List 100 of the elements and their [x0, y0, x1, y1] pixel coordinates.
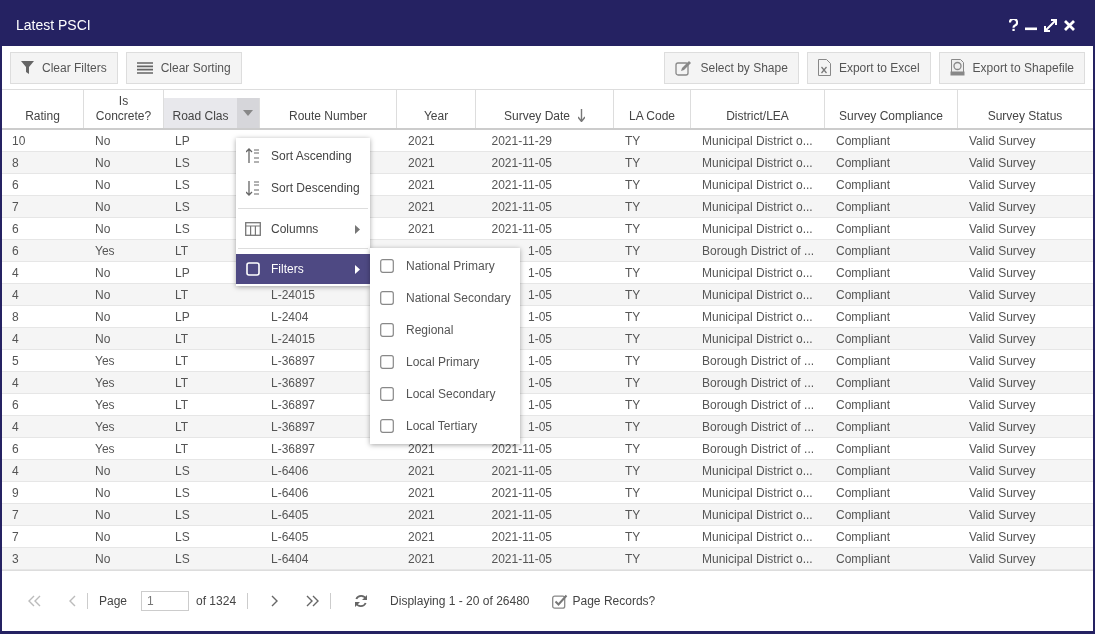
table-cell-text: L-6406 — [271, 484, 309, 502]
next-page-icon[interactable] — [271, 595, 279, 607]
checkbox[interactable] — [551, 593, 568, 609]
table-cell-text: Municipal District o... — [702, 154, 813, 172]
table-cell-text: LS — [175, 528, 190, 546]
table-cell-text: Valid Survey — [969, 550, 1036, 568]
menu-item[interactable]: Sort Ascending — [236, 140, 370, 172]
column-header[interactable]: Route Number — [260, 90, 397, 128]
table-cell-text: TY — [625, 528, 641, 546]
column-header[interactable]: LA Code — [614, 90, 691, 128]
table-cell-text: 2021 — [408, 506, 435, 524]
table-cell-text: No — [95, 550, 111, 568]
table-cell-text: 2021 — [408, 198, 435, 216]
table-cell-text: Municipal District o... — [702, 506, 813, 524]
table-cell-text: No — [95, 220, 111, 238]
toolbar-button[interactable]: Clear Filters — [10, 51, 118, 84]
filter-option[interactable]: Local Secondary — [370, 378, 520, 410]
table-cell-text: Municipal District o... — [702, 550, 813, 568]
table-cell-text: L-24015 — [271, 286, 316, 304]
checkbox-icon — [245, 262, 261, 276]
table-cell-text: 1-05 — [527, 418, 552, 436]
table-cell-text: Valid Survey — [969, 418, 1036, 436]
toolbar-button[interactable]: Clear Sorting — [125, 51, 242, 84]
filter-option[interactable]: Regional — [370, 314, 520, 346]
globe-file-icon[interactable] — [949, 59, 965, 76]
checkbox[interactable] — [380, 355, 394, 369]
maximize-icon[interactable] — [1044, 18, 1057, 32]
table-cell-text: 1-05 — [527, 264, 552, 282]
table-cell-text: Valid Survey — [969, 330, 1036, 348]
table-cell-text: Municipal District o... — [702, 220, 813, 238]
table-cell-text: 2021 — [408, 550, 435, 568]
table-cell-text: 1-05 — [527, 352, 552, 370]
column-header[interactable]: Rating — [2, 90, 84, 128]
table-cell-text: 2021 — [408, 220, 435, 238]
filter-icon[interactable] — [21, 61, 34, 74]
displaying-info: Displaying 1 - 20 of 26480 — [390, 593, 530, 610]
table-cell-text: No — [95, 330, 111, 348]
checkbox[interactable] — [380, 323, 394, 337]
checkbox[interactable] — [380, 259, 394, 273]
table-cell-text: No — [95, 484, 111, 502]
column-header[interactable]: District/LEA — [691, 90, 825, 128]
table-cell-text: Municipal District o... — [702, 264, 813, 282]
filter-option[interactable]: National Secondary — [370, 282, 520, 314]
refresh-icon[interactable] — [354, 594, 369, 608]
table-cell-text: Compliant — [836, 308, 891, 326]
checkbox[interactable] — [380, 291, 394, 305]
column-header[interactable]: Survey Compliance — [825, 90, 958, 128]
table-cell-text: Compliant — [836, 132, 891, 150]
table-cell-text: 2021-11-05 — [491, 198, 552, 216]
filter-option[interactable]: Local Primary — [370, 346, 520, 378]
menu-item[interactable]: Sort Descending — [236, 172, 370, 204]
table-cell-text: Compliant — [836, 154, 891, 172]
table-cell-text: No — [95, 132, 111, 150]
table-cell-text: Valid Survey — [969, 374, 1036, 392]
column-header[interactable]: Road Clas — [164, 98, 260, 128]
table-cell-text: L-6405 — [271, 506, 309, 524]
close-icon[interactable] — [1064, 19, 1075, 31]
checkbox[interactable] — [380, 419, 394, 433]
filter-option[interactable]: Local Tertiary — [370, 410, 520, 442]
toolbar-button[interactable]: Select by Shape — [664, 51, 799, 84]
table-cell-text: L-36897 — [271, 374, 316, 392]
dropdown-trigger[interactable] — [237, 98, 259, 128]
menu-item[interactable]: Columns — [236, 214, 370, 244]
table-cell-text: Yes — [95, 396, 115, 414]
table-cell-text: 4 — [12, 462, 19, 480]
page-records-checkbox[interactable]: Page Records? — [551, 592, 656, 610]
sort-descending-icon — [245, 180, 261, 196]
toolbar-button[interactable]: Export to Shapefile — [938, 51, 1085, 84]
table-cell-text: Compliant — [836, 506, 891, 524]
table-cell-text: 2021-11-05 — [491, 462, 552, 480]
previous-page-icon[interactable] — [69, 595, 76, 607]
first-page-icon[interactable] — [28, 595, 41, 607]
column-header[interactable]: Survey Date — [476, 90, 614, 128]
table-cell-text: No — [95, 198, 111, 216]
toolbar-button[interactable]: Export to Excel — [806, 51, 931, 84]
caret-icon — [243, 110, 253, 116]
table-cell-text: Valid Survey — [969, 264, 1036, 282]
column-header[interactable]: Survey Status — [958, 90, 1092, 128]
pencil-square-icon[interactable] — [675, 59, 693, 76]
table-cell-text: 6 — [12, 242, 19, 260]
table-cell-text: Borough District of ... — [702, 418, 815, 436]
menu-item[interactable]: Filters — [236, 254, 370, 284]
table-cell-text: Compliant — [836, 440, 891, 458]
table-cell-text: L-24015 — [271, 330, 316, 348]
table-cell-text: Yes — [95, 374, 115, 392]
table-cell-text: LS — [175, 550, 190, 568]
table-cell-text: TY — [625, 242, 641, 260]
spreadsheet-file-icon[interactable] — [817, 59, 831, 76]
table-cell-text: 8 — [12, 154, 19, 172]
table-cell-text: 7 — [12, 198, 19, 216]
table-cell-text: 2021 — [408, 440, 435, 458]
column-header[interactable]: Year — [397, 90, 476, 128]
checkbox[interactable] — [380, 387, 394, 401]
table-cell-text: TY — [625, 308, 641, 326]
lines-icon[interactable] — [136, 61, 153, 74]
help-icon[interactable] — [1009, 19, 1018, 31]
page-input[interactable]: 1 — [141, 591, 190, 611]
filter-option[interactable]: National Primary — [370, 250, 520, 282]
table-cell-text: LP — [175, 132, 190, 150]
last-page-icon[interactable] — [306, 595, 320, 607]
